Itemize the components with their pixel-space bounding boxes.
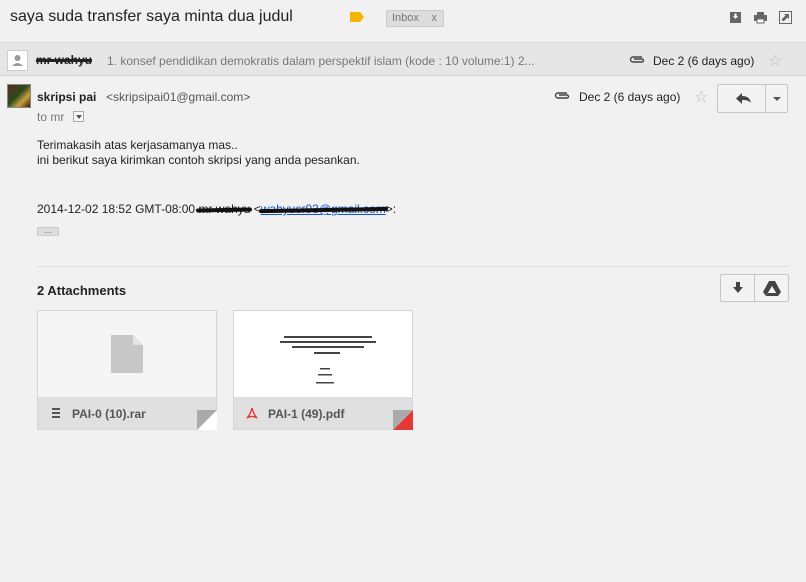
- page-fold: [393, 410, 413, 430]
- attachment-footer: PAI-1 (49).pdf: [234, 397, 413, 430]
- attachment-icon: [629, 56, 645, 63]
- attachment-card[interactable]: PAI-0 (10).rar: [37, 310, 217, 430]
- collapsed-message-row[interactable]: mr wahyu 1. konsef pendidikan demokratis…: [0, 42, 806, 76]
- download-all-attachments-button[interactable]: [721, 275, 755, 301]
- page-fold: [197, 410, 217, 430]
- star-icon[interactable]: ☆: [694, 87, 708, 107]
- sender-name: skripsi pai: [37, 90, 97, 104]
- attachment-card[interactable]: PAI-1 (49).pdf: [233, 310, 413, 430]
- reply-button-group: [717, 84, 788, 113]
- save-to-drive-icon: [763, 281, 781, 296]
- message-body: Terimakasih atas kerjasamanya mas.. ini …: [37, 138, 360, 168]
- avatar: [7, 50, 28, 71]
- message-date: Dec 2 (6 days ago): [579, 90, 681, 104]
- thread-actions: [729, 11, 792, 24]
- attachment-preview: [38, 311, 216, 397]
- attachment-filename: PAI-1 (49).pdf: [268, 407, 345, 421]
- body-line: Terimakasih atas kerjasamanya mas..: [37, 138, 238, 152]
- more-actions-dropdown[interactable]: [766, 85, 788, 112]
- download-all-icon[interactable]: [729, 11, 742, 24]
- attachment-filename: PAI-0 (10).rar: [72, 407, 146, 421]
- quote-prefix: 2014-12-02 18:52 GMT-08:00: [37, 202, 199, 216]
- show-trimmed-content-button[interactable]: ...: [37, 226, 59, 236]
- new-window-icon[interactable]: [779, 11, 792, 24]
- subject-bar: saya suda transfer saya minta dua judul …: [0, 0, 806, 40]
- archive-icon: [52, 408, 60, 418]
- sender-avatar: [7, 84, 31, 108]
- email-subject: saya suda transfer saya minta dua judul: [10, 8, 293, 25]
- collapsed-snippet: 1. konsef pendidikan demokratis dalam pe…: [107, 54, 535, 68]
- collapsed-sender: mr wahyu: [36, 53, 93, 67]
- quoted-header: 2014-12-02 18:52 GMT-08:00 mr wahyu <wah…: [37, 202, 397, 216]
- remove-label-button[interactable]: x: [432, 12, 438, 24]
- reply-button[interactable]: [718, 85, 766, 112]
- pdf-thumbnail: [280, 336, 376, 384]
- attachments-title: 2 Attachments: [37, 283, 127, 298]
- divider: [37, 266, 789, 267]
- attachments-actions: [720, 274, 789, 302]
- show-details-dropdown[interactable]: [73, 111, 84, 122]
- generic-file-icon: [111, 335, 143, 373]
- attachment-footer: PAI-0 (10).rar: [38, 397, 217, 430]
- recipient-line: to mr: [37, 110, 65, 124]
- collapsed-date: Dec 2 (6 days ago): [653, 54, 755, 68]
- person-icon: [12, 55, 23, 66]
- pdf-icon: [246, 407, 258, 419]
- sender-email: <skripsipai01@gmail.com>: [106, 90, 251, 104]
- download-icon: [733, 282, 743, 293]
- label-tag-icon[interactable]: [350, 12, 364, 22]
- quote-sender-name: mr wahyu: [198, 202, 251, 216]
- inbox-label-chip[interactable]: Inbox x: [386, 10, 444, 27]
- attachment-icon: [554, 92, 570, 99]
- print-icon[interactable]: [754, 11, 767, 24]
- save-to-drive-button[interactable]: [755, 275, 789, 301]
- attachment-preview: [234, 311, 412, 397]
- reply-icon: [736, 93, 751, 104]
- quote-sender-email[interactable]: wahyusr93@gmail.com: [261, 202, 386, 216]
- body-line: ini berikut saya kirimkan contoh skripsi…: [37, 153, 360, 167]
- inbox-label-text: Inbox: [392, 12, 419, 24]
- star-icon[interactable]: ☆: [768, 51, 782, 71]
